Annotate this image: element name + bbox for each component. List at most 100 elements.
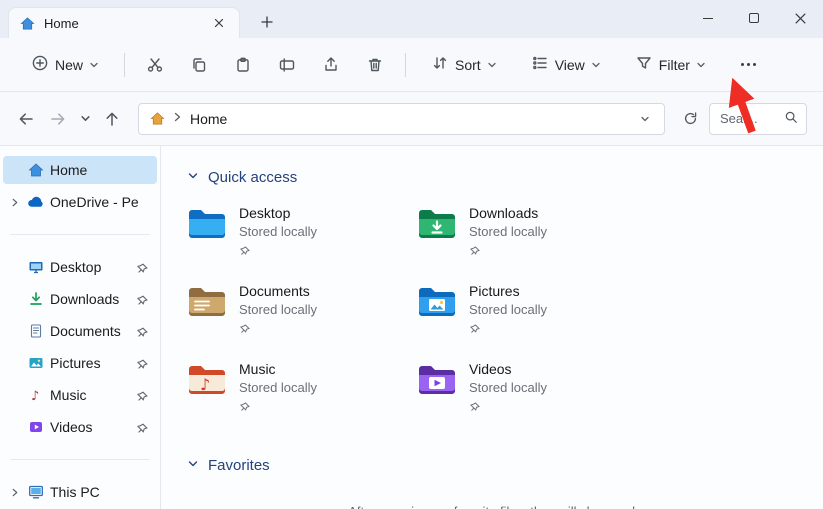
tile-music[interactable]: ♪ Music Stored locally — [187, 360, 417, 414]
sidebar-item-home[interactable]: Home — [3, 156, 157, 184]
sidebar-item-label: Music — [50, 387, 87, 403]
tab-home[interactable]: Home — [8, 7, 240, 38]
chevron-slot — [7, 356, 21, 370]
chevron-down-icon — [487, 57, 497, 73]
refresh-icon — [684, 112, 696, 125]
new-button[interactable]: New — [22, 47, 108, 82]
tile-pictures[interactable]: Pictures Stored locally — [417, 282, 647, 336]
breadcrumb-home[interactable]: Home — [188, 111, 229, 127]
address-dropdown-button[interactable] — [632, 106, 658, 132]
downloads-icon — [27, 291, 44, 308]
recent-locations-button[interactable] — [74, 103, 96, 135]
section-title[interactable]: Quick access — [208, 169, 297, 186]
tile-status: Stored locally — [469, 380, 548, 395]
rename-button[interactable] — [267, 47, 307, 83]
sidebar-item-label: Desktop — [50, 259, 102, 275]
share-button[interactable] — [311, 47, 351, 83]
chevron-down-icon[interactable] — [187, 170, 199, 185]
sidebar-item-desktop[interactable]: Desktop — [3, 253, 157, 281]
sidebar-item-downloads[interactable]: Downloads — [3, 285, 157, 313]
sort-button[interactable]: Sort — [422, 47, 506, 82]
titlebar: Home — [0, 0, 823, 38]
filter-button[interactable]: Filter — [626, 47, 715, 82]
pin-icon — [136, 293, 149, 305]
chevron-down-icon — [591, 57, 601, 73]
sidebar-item-label: Pictures — [50, 355, 101, 371]
pin-icon — [469, 400, 482, 412]
tile-status: Stored locally — [239, 380, 318, 395]
videos-folder-icon — [417, 363, 457, 397]
tile-documents[interactable]: Documents Stored locally — [187, 282, 417, 336]
sidebar-item-label: Documents — [50, 323, 121, 339]
up-button[interactable] — [96, 103, 128, 135]
music-icon: ♪ — [27, 387, 44, 404]
delete-button[interactable] — [355, 47, 395, 83]
toolbar-separator — [405, 52, 407, 77]
tile-downloads[interactable]: Downloads Stored locally — [417, 204, 647, 258]
pin-icon — [136, 389, 149, 401]
sidebar-item-label: OneDrive - Pe — [50, 194, 139, 210]
tile-status: Stored locally — [469, 302, 548, 317]
tile-text: Videos Stored locally — [469, 360, 547, 414]
chevron-right-icon[interactable] — [7, 485, 21, 499]
view-button-label: View — [554, 56, 585, 73]
pin-icon — [136, 421, 149, 433]
sidebar-item-music[interactable]: ♪ Music — [3, 381, 157, 409]
tab-close-icon[interactable] — [209, 13, 229, 33]
tile-desktop[interactable]: Desktop Stored locally — [187, 204, 417, 258]
chevron-down-icon — [80, 116, 90, 121]
ellipsis-icon — [741, 63, 757, 66]
sidebar-item-videos[interactable]: Videos — [3, 413, 157, 441]
tile-name: Pictures — [469, 283, 520, 299]
music-folder-icon: ♪ — [187, 363, 227, 397]
chevron-right-icon[interactable] — [7, 195, 21, 209]
chevron-down-icon — [641, 116, 649, 121]
section-header-favorites: Favorites — [187, 454, 823, 476]
search-placeholder: Sear... — [720, 111, 758, 126]
new-tab-button[interactable] — [254, 9, 280, 35]
view-button[interactable]: View — [522, 47, 610, 82]
navigation-pane: Home OneDrive - Pe Desktop Downloads Doc… — [0, 146, 161, 509]
tile-videos[interactable]: Videos Stored locally — [417, 360, 647, 414]
minimize-button[interactable] — [685, 0, 731, 36]
tile-text: Downloads Stored locally — [469, 204, 547, 258]
sidebar-item-this-pc[interactable]: This PC — [3, 478, 157, 506]
close-button[interactable] — [777, 0, 823, 36]
search-input[interactable]: Sear... — [709, 102, 807, 135]
tile-text: Desktop Stored locally — [239, 204, 317, 258]
chevron-down-icon[interactable] — [187, 458, 199, 473]
pin-icon — [469, 322, 482, 334]
pictures-folder-icon — [417, 285, 457, 319]
home-icon — [19, 15, 36, 32]
section-header-quick-access: Quick access — [187, 166, 823, 188]
see-more-button[interactable] — [729, 47, 769, 83]
sidebar-item-documents[interactable]: Documents — [3, 317, 157, 345]
home-icon — [149, 110, 166, 127]
tile-name: Music — [239, 361, 276, 377]
navigation-bar: Home Sear... — [0, 92, 823, 146]
pictures-icon — [27, 355, 44, 372]
maximize-button[interactable] — [731, 0, 777, 36]
paste-button[interactable] — [223, 47, 263, 83]
chevron-slot — [7, 388, 21, 402]
sort-icon — [431, 54, 449, 75]
back-button[interactable] — [10, 103, 42, 135]
close-icon — [794, 12, 806, 24]
refresh-button[interactable] — [675, 104, 705, 134]
minimize-icon — [703, 17, 713, 19]
cut-button[interactable] — [135, 47, 175, 83]
tile-name: Downloads — [469, 205, 539, 221]
tile-text: Music Stored locally — [239, 360, 317, 414]
tile-name: Desktop — [239, 205, 291, 221]
sidebar-item-pictures[interactable]: Pictures — [3, 349, 157, 377]
arrow-up-icon — [106, 112, 118, 126]
address-bar[interactable]: Home — [138, 102, 665, 135]
maximize-icon — [749, 13, 759, 23]
forward-button[interactable] — [42, 103, 74, 135]
sidebar-item-label: Home — [50, 162, 88, 178]
copy-button[interactable] — [179, 47, 219, 83]
section-title[interactable]: Favorites — [208, 457, 270, 474]
favorites-empty-hint: After you pin your favorite files, they … — [187, 504, 823, 509]
tile-status: Stored locally — [239, 302, 318, 317]
sidebar-item-onedrive[interactable]: OneDrive - Pe — [3, 188, 157, 216]
